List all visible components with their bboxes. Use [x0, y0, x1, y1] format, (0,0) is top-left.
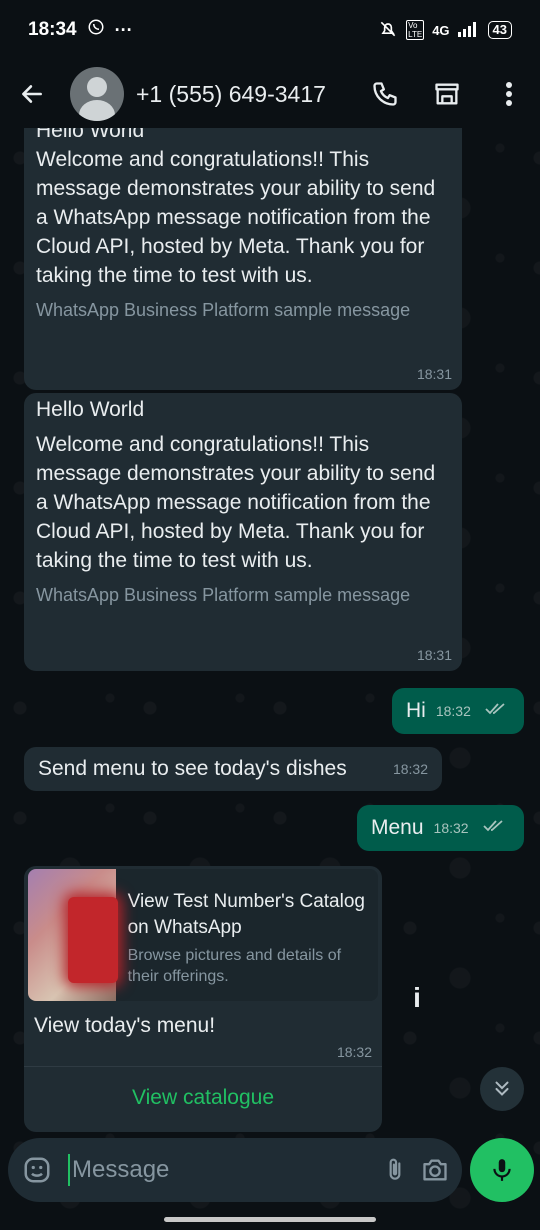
message-time: 18:32: [392, 761, 428, 777]
phone-call-icon[interactable]: [354, 64, 416, 124]
message-time: 18:31: [416, 647, 452, 663]
message-text: View today's menu!: [34, 1014, 216, 1037]
catalog-title: View Test Number's Catalog on WhatsApp: [127, 891, 365, 938]
outgoing-message[interactable]: Menu 18:32: [357, 805, 524, 851]
signal-icon: [457, 21, 480, 40]
message-time: 18:31: [416, 366, 452, 382]
chat-header: +1 (555) 649-3417: [0, 60, 540, 128]
scroll-to-bottom-button[interactable]: [480, 1067, 524, 1111]
home-indicator[interactable]: [164, 1217, 376, 1222]
emoji-sticker-icon[interactable]: [22, 1148, 52, 1192]
back-arrow-icon[interactable]: [0, 64, 64, 124]
message-footer: WhatsApp Business Platform sample messag…: [36, 585, 411, 605]
mute-bell-icon: [378, 19, 398, 42]
message-title: Hello World: [36, 128, 145, 142]
template-message[interactable]: Hello World Welcome and congratulations!…: [24, 128, 462, 390]
network-type: 4G: [432, 22, 450, 38]
more-notifications-icon: ···: [114, 19, 133, 40]
contact-avatar[interactable]: [70, 67, 124, 121]
message-text: Hi: [406, 699, 426, 722]
incoming-message[interactable]: Send menu to see today's dishes 18:32: [24, 747, 442, 791]
message-time: 18:32: [435, 703, 471, 719]
microphone-icon: [493, 1159, 511, 1181]
double-chevron-down-icon: [495, 1081, 509, 1096]
shop-storefront-icon[interactable]: [416, 64, 478, 124]
microphone-button[interactable]: [470, 1138, 534, 1202]
read-receipt-icon: [482, 819, 507, 838]
read-receipt-icon: [485, 702, 509, 721]
message-time: 18:32: [433, 820, 469, 836]
catalog-card[interactable]: View Test Number's Catalog on WhatsApp B…: [28, 869, 378, 1001]
message-body: Welcome and congratulations!! This messa…: [36, 433, 436, 572]
outgoing-message[interactable]: Hi 18:32: [392, 688, 524, 734]
message-text: Menu: [371, 816, 424, 839]
message-input[interactable]: [68, 1154, 382, 1186]
catalog-description: Browse pictures and details of their off…: [127, 947, 342, 985]
message-body: Welcome and congratulations!! This messa…: [36, 148, 436, 287]
battery-icon: 43: [487, 21, 512, 39]
attach-paperclip-icon[interactable]: [382, 1148, 408, 1192]
whatsapp-notification-icon: [87, 18, 105, 42]
volte-icon: Vo LTE: [406, 20, 425, 40]
status-bar: 18:34 ··· Vo LTE 4G 43: [0, 0, 540, 60]
camera-icon[interactable]: [420, 1148, 450, 1192]
more-options-icon[interactable]: [478, 64, 540, 124]
view-catalogue-button[interactable]: View catalogue: [24, 1067, 382, 1129]
catalog-message: View Test Number's Catalog on WhatsApp B…: [24, 866, 382, 1132]
message-time: 18:32: [336, 1044, 372, 1060]
template-message[interactable]: Hello World Welcome and congratulations!…: [24, 393, 462, 671]
info-icon[interactable]: i: [400, 978, 434, 1018]
contact-name[interactable]: +1 (555) 649-3417: [136, 81, 354, 108]
status-time: 18:34: [28, 19, 77, 40]
message-text: Send menu to see today's dishes: [38, 757, 347, 780]
message-title: Hello World: [36, 398, 145, 421]
message-footer: WhatsApp Business Platform sample messag…: [36, 300, 411, 320]
message-composer: [8, 1138, 462, 1202]
catalog-thumbnail: [28, 869, 118, 1001]
